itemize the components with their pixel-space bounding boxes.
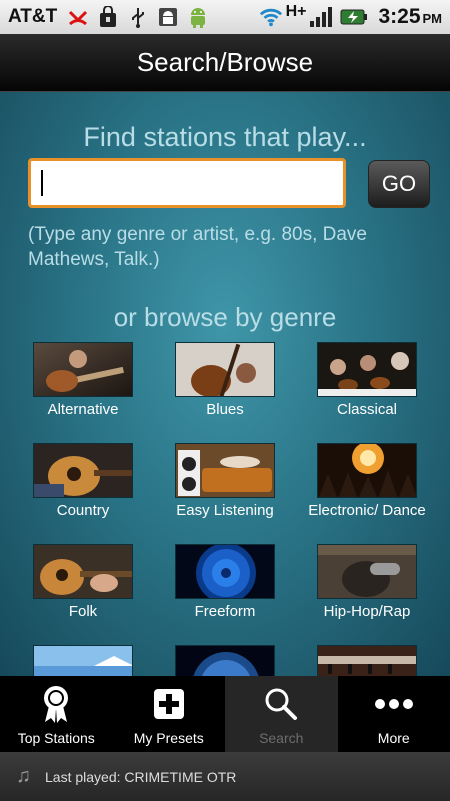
genre-thumbnail: [175, 645, 275, 676]
genre-folk[interactable]: Folk: [23, 544, 143, 620]
genre-electronic-dance[interactable]: Electronic/ Dance: [307, 443, 427, 519]
status-time: 3:25 PM: [378, 5, 442, 28]
android-debug-icon: [156, 5, 180, 29]
android-icon: [186, 5, 210, 29]
genre-tile-partial[interactable]: [165, 645, 285, 676]
genre-thumbnail: [317, 544, 417, 599]
genre-label: Alternative: [47, 401, 119, 418]
genre-thumbnail: [175, 342, 275, 397]
search-prompt: Find stations that play...: [83, 122, 367, 152]
status-bar: AT&T H+ 3:25 PM: [0, 0, 450, 34]
bottom-nav: Top Stations My Presets Search More: [0, 676, 450, 752]
genre-label: Country: [56, 502, 110, 519]
genre-blues[interactable]: Blues: [165, 342, 285, 418]
last-played-bar[interactable]: ♫ Last played: CRIMETIME OTR: [0, 752, 450, 801]
search-hint: (Type any genre or artist, e.g. 80s, Dav…: [28, 224, 368, 270]
genre-thumbnail: [175, 544, 275, 599]
missed-call-icon: [66, 5, 90, 29]
browse-title: or browse by genre: [113, 302, 337, 332]
genre-classical[interactable]: Classical: [307, 342, 427, 418]
genre-tile-partial[interactable]: [23, 645, 143, 676]
genre-thumbnail: [317, 645, 417, 676]
network-type-label: H+: [285, 3, 307, 20]
battery-charging-icon: [339, 5, 369, 29]
nav-label: Top Stations: [17, 730, 95, 746]
genre-thumbnail: [33, 443, 133, 498]
plus-box-icon: [153, 684, 185, 724]
genre-label: Blues: [206, 401, 244, 418]
genre-label: Freeform: [194, 603, 256, 620]
genre-label: Hip-Hop/Rap: [323, 603, 411, 620]
genre-thumbnail: [317, 342, 417, 397]
genre-label: Classical: [336, 401, 397, 418]
page-title: Search/Browse: [136, 47, 314, 77]
genre-thumbnail: [33, 544, 133, 599]
genre-country[interactable]: Country: [23, 443, 143, 519]
nav-search[interactable]: Search: [225, 676, 338, 752]
genre-alternative[interactable]: Alternative: [23, 342, 143, 418]
genre-hip-hop-rap[interactable]: Hip-Hop/Rap: [307, 544, 427, 620]
search-input[interactable]: [28, 158, 346, 208]
genre-thumbnail: [175, 443, 275, 498]
lock-bag-icon: [96, 5, 120, 29]
genre-tile-partial[interactable]: [307, 645, 427, 676]
genre-thumbnail: [33, 645, 133, 676]
ribbon-award-icon: [41, 684, 71, 724]
nav-label: My Presets: [133, 730, 204, 746]
carrier-label: AT&T: [8, 6, 58, 27]
genre-thumbnail: [317, 443, 417, 498]
title-bar: Search/Browse: [0, 34, 450, 92]
wifi-icon: [259, 5, 283, 29]
search-icon: [264, 684, 298, 724]
music-note-icon: ♫: [16, 765, 31, 787]
nav-label: Search: [259, 730, 304, 746]
genre-freeform[interactable]: Freeform: [165, 544, 285, 620]
genre-label: Electronic/ Dance: [308, 502, 426, 519]
usb-icon: [126, 5, 150, 29]
more-dots-icon: [374, 684, 414, 724]
genre-thumbnail: [33, 342, 133, 397]
nav-more[interactable]: More: [338, 676, 450, 752]
last-played-text: Last played: CRIMETIME OTR: [45, 768, 237, 785]
nav-top-stations[interactable]: Top Stations: [0, 676, 113, 752]
genre-label: Folk: [68, 603, 98, 620]
signal-icon: [309, 5, 333, 29]
go-button[interactable]: GO: [368, 160, 430, 208]
genre-easy-listening[interactable]: Easy Listening: [165, 443, 285, 519]
search-browse-panel: Find stations that play... GO (Type any …: [0, 92, 450, 676]
nav-label: More: [377, 730, 410, 746]
genre-label: Easy Listening: [176, 502, 274, 519]
text-caret: [41, 170, 43, 196]
nav-my-presets[interactable]: My Presets: [113, 676, 226, 752]
